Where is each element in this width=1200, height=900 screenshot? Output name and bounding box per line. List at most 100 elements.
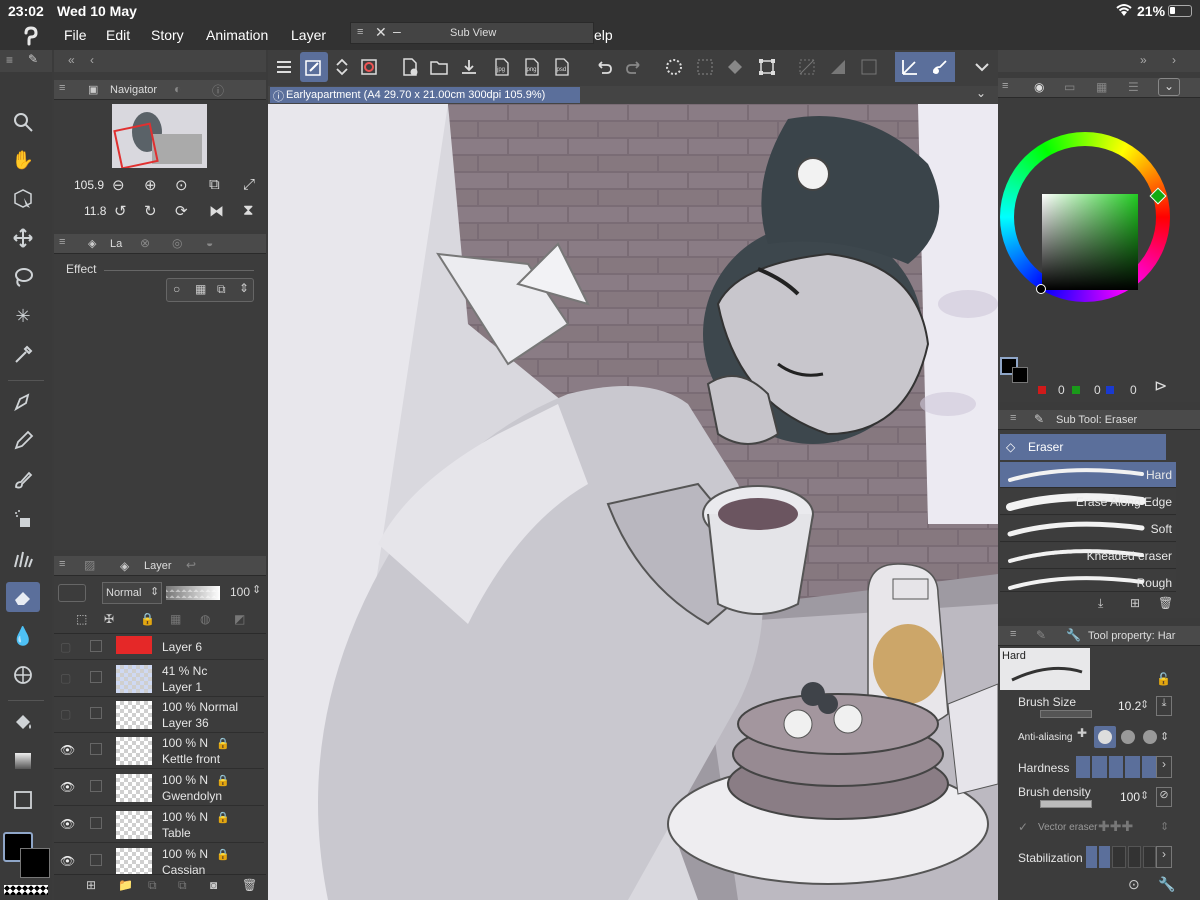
app-logo-icon[interactable] xyxy=(20,25,42,50)
visibility-box-icon[interactable]: ▢ xyxy=(60,640,71,654)
updown-icon[interactable]: ⇕ xyxy=(1140,698,1149,711)
select-icon[interactable] xyxy=(855,52,883,82)
sub-color-swatch[interactable] xyxy=(20,848,50,878)
chevron-right-icon[interactable]: › xyxy=(1156,756,1172,778)
layer-edit-checkbox[interactable] xyxy=(90,780,102,792)
operation-tool-icon[interactable] xyxy=(6,184,40,214)
mask-icon[interactable]: ◍ xyxy=(200,612,210,626)
sub-color-mini-swatch[interactable] xyxy=(1012,367,1028,383)
deselect-icon[interactable] xyxy=(691,52,719,82)
save-icon[interactable] xyxy=(455,52,483,82)
mask-add-icon[interactable]: ◙ xyxy=(210,878,217,892)
brush-item[interactable]: Hard xyxy=(1000,462,1176,488)
new-raster-layer-icon[interactable]: ⊞ xyxy=(86,878,96,892)
blend-tool-icon[interactable]: 💧 xyxy=(6,621,40,651)
visibility-box-icon[interactable]: ▢ xyxy=(60,707,71,721)
layer-row[interactable]: 👁 100 % N Kettle front 🔒 xyxy=(54,733,264,769)
border-effect-icon[interactable]: ○ xyxy=(173,282,180,296)
updown-icon[interactable]: ⇕ xyxy=(1160,820,1169,833)
frame-tool-icon[interactable] xyxy=(6,785,40,815)
brush-size-slider[interactable] xyxy=(1040,710,1092,718)
reset-rotation-icon[interactable]: ⟳ xyxy=(175,202,188,220)
chevron-left-icon[interactable]: « xyxy=(68,53,75,67)
brush-item[interactable]: Rough xyxy=(1000,570,1176,592)
eye-icon[interactable]: 👁 xyxy=(60,780,75,794)
pen-tab-icon[interactable]: ✎ xyxy=(28,52,38,66)
fullscreen-icon[interactable]: ⤢ xyxy=(243,176,255,193)
layer-color-toggle[interactable] xyxy=(58,584,86,602)
layer-edit-checkbox[interactable] xyxy=(90,707,102,719)
brush-density-slider[interactable] xyxy=(1040,800,1092,808)
brush-tab-icon[interactable]: ✎ xyxy=(1036,628,1046,642)
updown-icon[interactable]: ⇕ xyxy=(252,583,261,596)
chevron-right-icon[interactable]: › xyxy=(1172,53,1176,67)
history-icon[interactable]: ◎ xyxy=(172,236,182,250)
layer-color-icon[interactable]: ⧉ xyxy=(217,282,226,297)
layer-row[interactable]: 👁 100 % N Table 🔒 xyxy=(54,807,264,843)
grip-icon[interactable]: ≡ xyxy=(59,82,65,94)
grip-icon[interactable]: ≡ xyxy=(59,558,65,570)
brush-size-menu-icon[interactable]: ⤓ xyxy=(1156,696,1172,716)
layer-row[interactable]: ▢ 100 % Normal Layer 36 xyxy=(54,697,264,733)
pressure-icon[interactable]: ⊘ xyxy=(1156,787,1172,807)
move-tool-icon[interactable] xyxy=(6,223,40,253)
vector-eraser-options-icon[interactable]: ✚✚✚ xyxy=(1098,818,1133,835)
pencil-tool-icon[interactable] xyxy=(6,426,40,456)
minimize-icon[interactable]: – xyxy=(393,23,401,39)
download-icon[interactable]: ⤓ xyxy=(1098,596,1103,611)
info-tab-icon[interactable]: ⓘ xyxy=(212,82,224,99)
color-slider-tab-icon[interactable]: ▭ xyxy=(1064,80,1075,94)
navigator-preview[interactable] xyxy=(112,104,207,168)
decoration-tool-icon[interactable] xyxy=(6,543,40,573)
loading-icon[interactable] xyxy=(660,52,688,82)
subtool-group-eraser[interactable]: ◇ Eraser xyxy=(1000,434,1166,460)
psd-export-icon[interactable]: psd xyxy=(548,52,576,82)
eye-icon[interactable]: 👁 xyxy=(60,743,75,757)
subview-tab-icon[interactable]: ◐ xyxy=(174,82,181,96)
saturation-value-square[interactable] xyxy=(1042,194,1138,290)
menu-help[interactable]: elp xyxy=(594,27,613,43)
layer-row[interactable]: ▢ 41 % Nc Layer 1 xyxy=(54,661,264,697)
fit-icon[interactable]: ⊙ xyxy=(175,176,188,194)
grip-icon[interactable]: ≡ xyxy=(59,236,65,248)
material-icon[interactable]: ◒ xyxy=(206,236,213,250)
preset-preview[interactable]: Hard xyxy=(1000,648,1090,690)
antialias-strong-icon[interactable] xyxy=(1140,726,1160,748)
zoom-out-icon[interactable]: ⊖ xyxy=(112,176,125,194)
blend-mode-dropdown[interactable]: Normal ⇕ xyxy=(102,582,162,604)
chevron-down-icon[interactable]: ⌄ xyxy=(976,86,986,100)
color-wheel-tab-icon[interactable]: ◉ xyxy=(1034,80,1044,94)
flip-horizontal-icon[interactable]: ⧓ xyxy=(209,202,224,220)
checkbox-icon[interactable]: ✓ xyxy=(1018,820,1028,834)
search-layer-icon[interactable]: ⊗ xyxy=(140,236,150,250)
updown-icon[interactable]: ⇕ xyxy=(1160,730,1169,743)
stabilization-bar[interactable] xyxy=(1086,846,1157,868)
transparent-color-swatch[interactable] xyxy=(4,885,48,895)
reference-layer-icon[interactable]: ✠ xyxy=(104,612,114,626)
menu-layer[interactable]: Layer xyxy=(291,27,326,43)
ruler-mask-icon[interactable]: ◩ xyxy=(234,612,245,626)
chevron-left-icon[interactable]: ‹ xyxy=(90,53,94,67)
hardness-bar[interactable] xyxy=(1076,756,1157,778)
layer-edit-checkbox[interactable] xyxy=(90,743,102,755)
brush-item[interactable]: Soft xyxy=(1000,516,1176,542)
antialias-mid-icon[interactable] xyxy=(1118,726,1138,748)
lasso-tool-icon[interactable] xyxy=(6,262,40,292)
brush-item[interactable]: Kneaded eraser xyxy=(1000,543,1176,569)
transform-icon[interactable] xyxy=(753,52,781,82)
effect-selector[interactable]: ○ ▦ ⧉ ⇕ xyxy=(166,278,254,302)
eye-icon[interactable]: 👁 xyxy=(60,817,75,831)
magic-wand-icon[interactable]: ✳ xyxy=(6,301,40,331)
merge-down-icon[interactable]: ⧉ xyxy=(178,878,187,893)
chevron-right-icon[interactable]: › xyxy=(1156,846,1172,868)
transfer-down-icon[interactable]: ⧉ xyxy=(148,878,157,893)
undo-icon[interactable] xyxy=(590,52,618,82)
chevron-right-icon[interactable]: » xyxy=(1140,53,1147,67)
lock-transparency-icon[interactable]: ▦ xyxy=(170,612,181,626)
history-tab-icon[interactable]: ↩ xyxy=(186,558,196,572)
drawing-canvas[interactable] xyxy=(268,104,998,900)
hand-tool-icon[interactable]: ✋ xyxy=(6,145,40,175)
lock-icon[interactable]: 🔒 xyxy=(140,612,155,626)
visibility-box-icon[interactable]: ▢ xyxy=(60,671,71,685)
rotate-left-icon[interactable]: ↺ xyxy=(114,202,127,220)
